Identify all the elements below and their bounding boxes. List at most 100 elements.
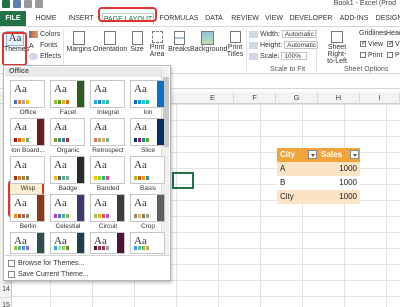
tab-developer[interactable]: DEVELOPER bbox=[288, 13, 334, 25]
table-cell[interactable]: City bbox=[277, 190, 318, 204]
filter-dropdown-icon[interactable] bbox=[308, 150, 317, 159]
theme-color-swatches bbox=[94, 214, 109, 218]
tab-add-ins[interactable]: ADD-INS bbox=[336, 13, 372, 25]
theme-sample-text: Aa bbox=[134, 159, 147, 171]
margins-button[interactable]: Margins bbox=[66, 31, 92, 53]
print-headings-checkbox[interactable] bbox=[387, 52, 393, 59]
browse-for-themes-command[interactable]: Browse for Themes... bbox=[8, 258, 84, 269]
size-button[interactable]: Size bbox=[128, 31, 146, 53]
print-area-button[interactable]: Print Area bbox=[147, 31, 167, 58]
column-header-g[interactable]: G bbox=[276, 92, 318, 104]
theme-color-swatch bbox=[62, 176, 65, 180]
theme-thumbnail[interactable]: Aa bbox=[50, 156, 85, 184]
orientation-button[interactable]: Orientation bbox=[93, 31, 127, 53]
theme-thumbnail[interactable]: Aa bbox=[10, 194, 45, 222]
theme-accent-band bbox=[37, 195, 44, 221]
theme-color-swatch bbox=[58, 138, 61, 142]
effects-icon bbox=[29, 52, 38, 60]
view-gridlines-option[interactable]: View bbox=[360, 39, 383, 49]
theme-name-label: Integral bbox=[97, 109, 119, 116]
active-cell[interactable] bbox=[172, 172, 194, 189]
print-gridlines-checkbox[interactable] bbox=[360, 52, 366, 59]
tab-review[interactable]: REVIEW bbox=[229, 13, 261, 25]
column-header-e[interactable]: E bbox=[192, 92, 234, 104]
theme-thumbnail[interactable]: Aa bbox=[50, 232, 85, 254]
theme-thumbnail[interactable]: Aa bbox=[90, 156, 125, 184]
breaks-button[interactable]: Breaks bbox=[168, 31, 190, 53]
theme-color-swatches bbox=[94, 176, 109, 180]
height-combo[interactable]: Automatic bbox=[284, 41, 319, 50]
column-header-i[interactable]: I bbox=[360, 92, 400, 104]
height-control: Height: Automatic bbox=[249, 41, 319, 50]
table-cell[interactable]: 1000 bbox=[318, 190, 360, 204]
theme-thumbnail[interactable]: Aa bbox=[130, 80, 165, 108]
table-cell[interactable]: 1000 bbox=[318, 176, 360, 190]
theme-thumbnail[interactable]: Aa bbox=[90, 118, 125, 146]
colors-label: Colors bbox=[40, 31, 61, 38]
row-header-15[interactable]: 15 bbox=[0, 298, 12, 307]
tab-view[interactable]: VIEW bbox=[262, 13, 286, 25]
theme-thumbnail[interactable]: Aa bbox=[50, 118, 85, 146]
print-headings-option[interactable]: P bbox=[387, 51, 400, 60]
theme-color-swatch bbox=[106, 100, 109, 104]
table-cell[interactable]: B bbox=[277, 176, 318, 190]
view-headings-option[interactable]: V bbox=[387, 39, 400, 49]
breaks-icon bbox=[173, 31, 185, 45]
tab-page-layout[interactable]: PAGE LAYOUT bbox=[102, 13, 154, 25]
tab-insert[interactable]: INSERT bbox=[64, 13, 98, 25]
theme-color-swatch bbox=[142, 246, 145, 250]
tab-home[interactable]: HOME bbox=[31, 13, 61, 25]
theme-thumbnail[interactable]: Aa bbox=[90, 194, 125, 222]
theme-thumbnail[interactable]: Aa bbox=[10, 118, 45, 146]
theme-thumbnail[interactable]: Aa bbox=[10, 80, 45, 108]
view-headings-checkbox[interactable] bbox=[387, 39, 394, 48]
theme-thumbnail[interactable]: Aa bbox=[50, 194, 85, 222]
theme-thumbnail[interactable]: Aa bbox=[130, 118, 165, 146]
theme-color-swatch bbox=[62, 138, 65, 142]
theme-thumbnail[interactable]: Aa bbox=[10, 156, 45, 184]
tab-data[interactable]: DATA bbox=[202, 13, 226, 25]
theme-name-label: Organic bbox=[56, 147, 80, 154]
background-button[interactable]: Background bbox=[190, 31, 227, 53]
save-current-theme-command[interactable]: Save Current Theme... bbox=[8, 269, 89, 280]
sheet-right-to-left-button[interactable]: Sheet Right- to-Left bbox=[318, 31, 356, 65]
table-cell[interactable]: 1000 bbox=[318, 162, 360, 176]
tab-formulas[interactable]: FORMULAS bbox=[157, 13, 201, 25]
redo-icon[interactable] bbox=[35, 0, 43, 8]
filter-dropdown-icon[interactable] bbox=[350, 150, 359, 159]
theme-thumbnail[interactable]: Aa bbox=[130, 156, 165, 184]
table-header-sales[interactable]: Sales bbox=[318, 148, 360, 162]
theme-color-swatch bbox=[22, 214, 25, 218]
theme-color-swatch bbox=[134, 214, 137, 218]
theme-color-swatches bbox=[54, 100, 69, 104]
title-bar: Book1 - Excel (Prod bbox=[0, 0, 400, 10]
theme-accent-band bbox=[157, 81, 164, 107]
theme-thumbnail[interactable]: Aa bbox=[50, 80, 85, 108]
view-gridlines-checkbox[interactable] bbox=[360, 39, 367, 48]
table-cell[interactable]: A bbox=[277, 162, 318, 176]
row-header-14[interactable]: 14 bbox=[0, 282, 12, 298]
print-titles-button[interactable]: Print Titles bbox=[225, 31, 245, 58]
column-header-h[interactable]: H bbox=[318, 92, 360, 104]
theme-color-swatch bbox=[138, 138, 141, 142]
undo-icon[interactable] bbox=[24, 0, 32, 8]
effects-button[interactable]: Effects bbox=[29, 52, 61, 61]
theme-thumbnail[interactable]: Aa bbox=[10, 232, 45, 254]
column-header-f[interactable]: F bbox=[234, 92, 276, 104]
save-icon[interactable] bbox=[13, 0, 21, 8]
width-combo[interactable]: Automatic bbox=[281, 30, 316, 39]
themes-button[interactable]: Aa Themes bbox=[4, 31, 29, 63]
theme-thumbnail[interactable]: Aa bbox=[130, 194, 165, 222]
theme-thumbnail[interactable]: Aa bbox=[130, 232, 165, 254]
table-header-city[interactable]: City bbox=[277, 148, 318, 162]
tab-design[interactable]: DESIGN bbox=[374, 13, 400, 25]
tab-file[interactable]: FILE bbox=[0, 11, 26, 26]
print-gridlines-option[interactable]: Print bbox=[360, 51, 382, 60]
fonts-button[interactable]: A Fonts bbox=[29, 41, 58, 50]
colors-button[interactable]: Colors bbox=[29, 30, 60, 39]
folder-icon bbox=[8, 259, 15, 267]
scale-spinner[interactable]: 100% bbox=[281, 52, 308, 61]
theme-thumbnail[interactable]: Aa bbox=[90, 80, 125, 108]
theme-thumbnail[interactable]: Aa bbox=[90, 232, 125, 254]
theme-color-swatch bbox=[14, 246, 17, 250]
